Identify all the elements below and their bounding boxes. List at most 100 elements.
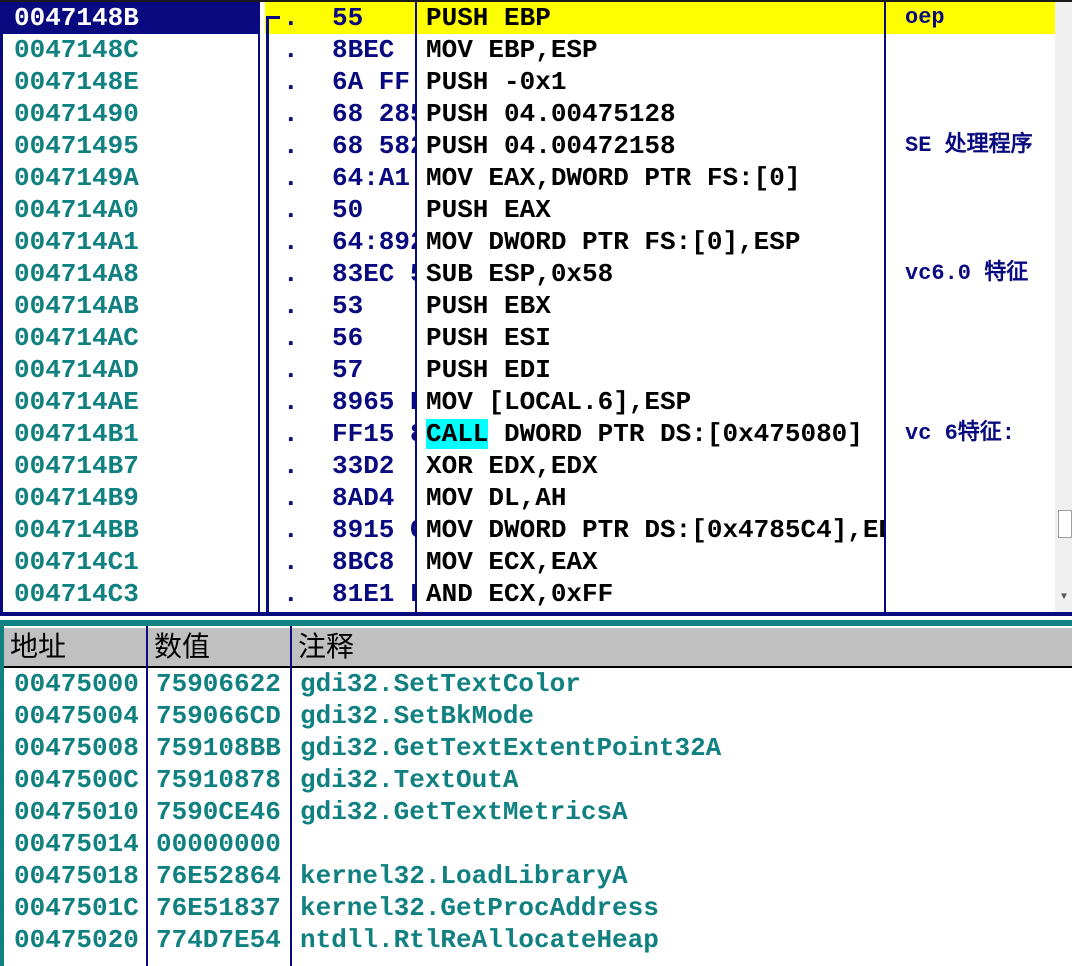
address: 0047148E (14, 67, 139, 97)
header-value[interactable]: 数值 (154, 628, 210, 666)
dump-pane[interactable]: 地址 数值 注释 00475000 75906622 gdi32.SetText… (0, 626, 1072, 966)
header-comment[interactable]: 注释 (298, 628, 354, 666)
hex-bytes: 55 (332, 3, 364, 33)
instruction: MOV DWORD PTR FS:[0],ESP (426, 226, 884, 258)
instruction-text: XOR EDX,EDX (426, 451, 598, 481)
address: 004714A0 (14, 195, 139, 225)
instruction-text: MOV [LOCAL.6],ESP (426, 387, 692, 417)
flow-dot: . (283, 67, 299, 97)
disasm-row[interactable]: 004714B9 . 8AD4 MOV DL,AH (3, 482, 1055, 514)
disasm-row[interactable]: 004714A8 . 83EC 5 SUB ESP,0x58 vc6.0 特征 (3, 258, 1055, 290)
scrollbar-thumb[interactable] (1058, 510, 1072, 538)
instruction-text: PUSH -0x1 (426, 67, 567, 97)
hex-bytes: 53 (332, 291, 364, 321)
dump-row[interactable]: 0047500C 75910878 gdi32.TextOutA (4, 764, 1072, 796)
instruction: PUSH 04.00475128 (426, 98, 884, 130)
dump-row[interactable]: 00475004 759066CD gdi32.SetBkMode (4, 700, 1072, 732)
disasm-row[interactable]: 0047149A . 64:A1 MOV EAX,DWORD PTR FS:[0… (3, 162, 1055, 194)
disasm-row[interactable]: 00471495 . 68 582 PUSH 04.00472158 SE 处理… (3, 130, 1055, 162)
instruction: PUSH -0x1 (426, 66, 884, 98)
instruction: MOV EAX,DWORD PTR FS:[0] (426, 162, 884, 194)
disasm-row[interactable]: 004714B7 . 33D2 XOR EDX,EDX (3, 450, 1055, 482)
disasm-row[interactable]: 004714C1 . 8BC8 MOV ECX,EAX (3, 546, 1055, 578)
disasm-row[interactable]: 004714C3 . 81E1 F AND ECX,0xFF (3, 578, 1055, 610)
dump-address: 0047501C (14, 893, 139, 923)
address: 004714C3 (14, 579, 139, 609)
flow-dot: . (283, 259, 299, 289)
instruction: AND ECX,0xFF (426, 578, 884, 610)
hex-bytes: 68 582 (332, 131, 415, 161)
instruction-text: PUSH 04.00475128 (426, 99, 676, 129)
disasm-row[interactable]: 004714AD . 57 PUSH EDI (3, 354, 1055, 386)
instruction: SUB ESP,0x58 (426, 258, 884, 290)
dump-address: 0047500C (14, 765, 139, 795)
dump-value: 7590CE46 (156, 797, 281, 827)
dump-row[interactable]: 00475020 774D7E54 ntdll.RtlReAllocateHea… (4, 924, 1072, 956)
header-address[interactable]: 地址 (10, 628, 66, 666)
flow-dot: . (283, 483, 299, 513)
column-divider (290, 626, 292, 966)
hex-bytes: 8BC8 (332, 547, 395, 577)
disasm-row[interactable]: 0047148E . 6A FF PUSH -0x1 (3, 66, 1055, 98)
disassembly-pane[interactable]: 0047148B . 55 PUSH EBP oep 0047148C . 8BE… (0, 0, 1072, 612)
column-divider (258, 2, 260, 612)
scroll-down-arrow-icon[interactable]: ▼ (1061, 592, 1067, 603)
dump-address: 00475004 (14, 701, 139, 731)
instruction: PUSH EAX (426, 194, 884, 226)
address: 004714AD (14, 355, 139, 385)
disasm-row[interactable]: 0047148C . 8BEC MOV EBP,ESP (3, 34, 1055, 66)
hex-bytes: 83EC 5 (332, 259, 415, 289)
disasm-row[interactable]: 004714AB . 53 PUSH EBX (3, 290, 1055, 322)
flow-dot: . (283, 131, 299, 161)
flow-dot: . (283, 291, 299, 321)
dump-row[interactable]: 00475010 7590CE46 gdi32.GetTextMetricsA (4, 796, 1072, 828)
instruction-text: PUSH EDI (426, 355, 551, 385)
instruction: PUSH EBP (426, 2, 884, 34)
instruction-text: MOV EBP,ESP (426, 35, 598, 65)
disasm-row[interactable]: 004714BB . 8915 C MOV DWORD PTR DS:[0x47… (3, 514, 1055, 546)
instruction: MOV DWORD PTR DS:[0x4785C4],EDX (426, 514, 884, 546)
instruction: PUSH EDI (426, 354, 884, 386)
dump-comment: kernel32.GetProcAddress (300, 893, 659, 923)
address: 004714AB (14, 291, 139, 321)
disasm-row[interactable]: 004714A0 . 50 PUSH EAX (3, 194, 1055, 226)
pane-splitter[interactable] (0, 612, 1072, 616)
function-bracket (266, 18, 269, 612)
dump-value: 00000000 (156, 829, 281, 859)
address: 0047148C (14, 35, 139, 65)
flow-dot: . (283, 323, 299, 353)
disasm-row[interactable]: 0047148B . 55 PUSH EBP oep (3, 2, 1055, 34)
disasm-row[interactable]: 004714AE . 8965 E MOV [LOCAL.6],ESP (3, 386, 1055, 418)
instruction: MOV [LOCAL.6],ESP (426, 386, 884, 418)
dump-address: 00475014 (14, 829, 139, 859)
comment: vc6.0 特征 (905, 261, 1029, 286)
disasm-row[interactable]: 004714AC . 56 PUSH ESI (3, 322, 1055, 354)
instruction-text: PUSH 04.00472158 (426, 131, 676, 161)
dump-address: 00475008 (14, 733, 139, 763)
flow-dot: . (283, 547, 299, 577)
disasm-row[interactable]: 004714A1 . 64:892 MOV DWORD PTR FS:[0],E… (3, 226, 1055, 258)
dump-value: 76E52864 (156, 861, 281, 891)
hex-bytes: 57 (332, 355, 364, 385)
hex-bytes: 64:A1 (332, 163, 411, 193)
horizontal-scrollbar[interactable]: ▼ (1055, 2, 1072, 612)
disasm-row[interactable]: 00471490 . 68 285 PUSH 04.00475128 (3, 98, 1055, 130)
hex-bytes: FF15 8 (332, 419, 415, 449)
disasm-row[interactable]: 004714B1 . FF15 8 CALL DWORD PTR DS:[0x4… (3, 418, 1055, 450)
flow-dot: . (283, 387, 299, 417)
dump-row[interactable]: 00475018 76E52864 kernel32.LoadLibraryA (4, 860, 1072, 892)
dump-address: 00475018 (14, 861, 139, 891)
instruction-text: MOV DL,AH (426, 483, 567, 513)
dump-row[interactable]: 00475008 759108BB gdi32.GetTextExtentPoi… (4, 732, 1072, 764)
flow-dot: . (283, 163, 299, 193)
address: 004714B1 (14, 419, 139, 449)
flow-dot: . (283, 195, 299, 225)
dump-row[interactable]: 00475014 00000000 (4, 828, 1072, 860)
address: 004714C1 (14, 547, 139, 577)
dump-row[interactable]: 0047501C 76E51837 kernel32.GetProcAddres… (4, 892, 1072, 924)
dump-comment: kernel32.LoadLibraryA (300, 861, 628, 891)
dump-value: 759066CD (156, 701, 281, 731)
address: 004714BB (14, 515, 139, 545)
dump-row[interactable]: 00475000 75906622 gdi32.SetTextColor (4, 668, 1072, 700)
instruction-text: SUB ESP,0x58 (426, 259, 614, 289)
